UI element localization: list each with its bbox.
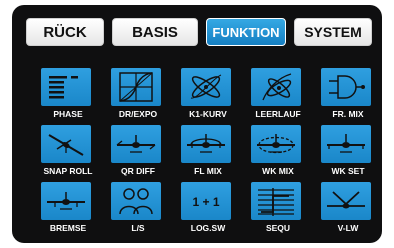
function-bremse[interactable]: BREMSE	[33, 182, 103, 240]
logic-text: 1 + 1	[192, 195, 219, 209]
idle-propeller-icon	[251, 68, 301, 106]
function-wk-mix[interactable]: WK MIX	[243, 125, 313, 183]
function-v-lw[interactable]: V-LW	[313, 182, 383, 240]
function-label: V-LW	[337, 223, 359, 233]
sequencer-icon	[251, 182, 301, 220]
function-log-sw[interactable]: 1 + 1 LOG.SW	[173, 182, 243, 240]
snap-roll-plane-icon	[41, 125, 91, 163]
aileron-diff-plane-icon	[111, 125, 161, 163]
v-tail-icon	[321, 182, 371, 220]
wing-set-plane-icon	[321, 125, 371, 163]
function-leerlauf[interactable]: LEERLAUF	[243, 68, 313, 126]
free-mix-icon	[321, 68, 371, 106]
logic-switch-icon: 1 + 1	[181, 182, 231, 220]
function-snap-roll[interactable]: SNAP ROLL	[33, 125, 103, 183]
channel-curve-icon	[181, 68, 231, 106]
function-grid: PHASE DR/EXPO K1-KURV LEERLAUF FR. MIX S…	[12, 5, 382, 243]
function-wk-set[interactable]: WK SET	[313, 125, 383, 183]
wing-mix-plane-icon	[251, 125, 301, 163]
transmitter-screen: RÜCK BASIS FUNKTION SYSTEM PHASE DR/EXPO…	[12, 5, 382, 243]
function-l-s[interactable]: L/S	[103, 182, 173, 240]
function-fr-mix[interactable]: FR. MIX	[313, 68, 383, 126]
flap-mix-plane-icon	[181, 125, 231, 163]
expo-curve-icon	[111, 68, 161, 106]
function-label: WK SET	[331, 166, 365, 176]
function-k1-kurv[interactable]: K1-KURV	[173, 68, 243, 126]
function-label: FR. MIX	[332, 109, 364, 119]
phase-bars-icon	[41, 68, 91, 106]
teacher-student-icon	[111, 182, 161, 220]
function-dr-expo[interactable]: DR/EXPO	[103, 68, 173, 126]
brake-plane-icon	[41, 182, 91, 220]
function-phase[interactable]: PHASE	[33, 68, 103, 126]
function-fl-mix[interactable]: FL MIX	[173, 125, 243, 183]
function-sequ[interactable]: SEQU	[243, 182, 313, 240]
function-qr-diff[interactable]: QR DIFF	[103, 125, 173, 183]
